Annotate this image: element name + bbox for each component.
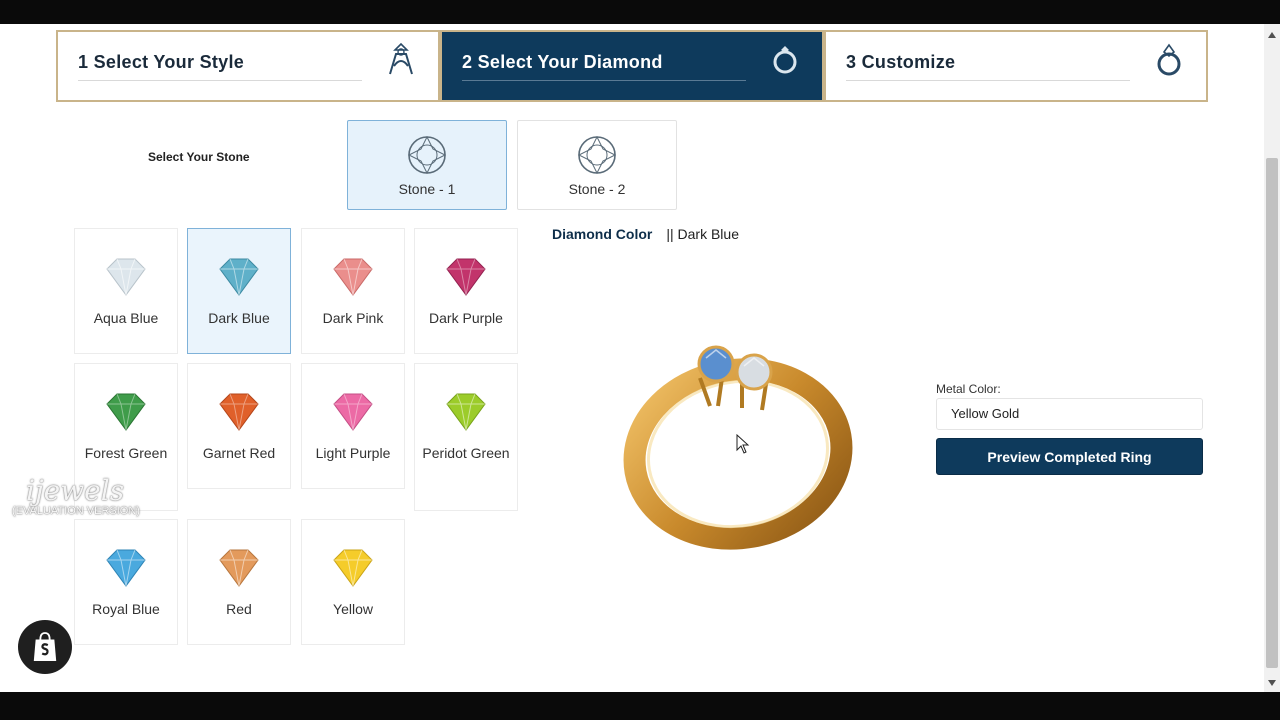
gem-option-red[interactable]: Red bbox=[187, 519, 291, 645]
step-underline bbox=[78, 80, 362, 81]
gem-name: Dark Purple bbox=[429, 310, 503, 326]
gem-name: Light Purple bbox=[315, 445, 391, 461]
gem-option-light-purple[interactable]: Light Purple bbox=[301, 363, 405, 489]
top-black-bar bbox=[0, 0, 1280, 24]
gem-name: Red bbox=[226, 601, 252, 617]
ring-icon bbox=[1157, 43, 1181, 76]
gem-image bbox=[106, 549, 146, 587]
stone-1-button[interactable]: Stone - 1 bbox=[347, 120, 507, 210]
gem-image bbox=[219, 549, 259, 587]
gem-option-dark-blue[interactable]: Dark Blue bbox=[187, 228, 291, 354]
gem-name: Peridot Green bbox=[422, 445, 510, 461]
diamond-top-icon bbox=[577, 135, 617, 175]
watermark-brand: ijewels bbox=[26, 474, 125, 507]
gem-name: Royal Blue bbox=[92, 601, 160, 617]
step-underline bbox=[462, 80, 746, 81]
vertical-scrollbar[interactable] bbox=[1264, 24, 1280, 692]
gem-image bbox=[106, 393, 146, 431]
gem-image bbox=[446, 258, 486, 296]
gem-option-aqua-blue[interactable]: Aqua Blue bbox=[74, 228, 178, 354]
diamond-color-readout: Diamond Color || Dark Blue bbox=[552, 226, 739, 242]
gem-option-dark-pink[interactable]: Dark Pink bbox=[301, 228, 405, 354]
gem-name: Yellow bbox=[333, 601, 373, 617]
gem-option-garnet-red[interactable]: Garnet Red bbox=[187, 363, 291, 489]
gem-name: Aqua Blue bbox=[93, 310, 159, 326]
scroll-down-arrow-icon[interactable] bbox=[1268, 680, 1276, 686]
gem-image bbox=[219, 393, 259, 431]
metal-color-label: Metal Color: bbox=[936, 382, 1001, 396]
evaluation-watermark: ijewels (EVALUATION VERSION) bbox=[12, 474, 140, 517]
gem-image bbox=[106, 258, 146, 296]
gem-image bbox=[446, 393, 486, 431]
gem-option-yellow[interactable]: Yellow bbox=[301, 519, 405, 645]
step-select-style[interactable]: 1 Select Your Style bbox=[58, 32, 438, 100]
diamond-color-value: || Dark Blue bbox=[666, 226, 739, 242]
shopify-bag-icon bbox=[33, 632, 57, 661]
diamond-color-label: Diamond Color bbox=[552, 226, 653, 242]
gem-image bbox=[333, 549, 373, 587]
diamond-ring-icon bbox=[773, 46, 797, 74]
gem-option-dark-purple[interactable]: Dark Purple bbox=[414, 228, 518, 354]
metal-color-select[interactable]: Yellow Gold bbox=[936, 398, 1203, 430]
gem-image bbox=[219, 258, 259, 296]
scrollbar-thumb[interactable] bbox=[1266, 158, 1278, 668]
stone-label: Stone - 1 bbox=[398, 181, 456, 197]
stone-label: Stone - 2 bbox=[568, 181, 626, 197]
bottom-black-bar bbox=[0, 692, 1280, 720]
mouse-cursor-icon bbox=[736, 434, 750, 454]
stone-2-button[interactable]: Stone - 2 bbox=[517, 120, 677, 210]
step-label: 1 Select Your Style bbox=[78, 52, 245, 72]
gem-option-royal-blue[interactable]: Royal Blue bbox=[74, 519, 178, 645]
gem-image bbox=[333, 393, 373, 431]
gem-option-peridot-green[interactable]: Peridot Green bbox=[414, 363, 518, 511]
step-navigation: 1 Select Your Style 2 Select Your Diamon… bbox=[56, 30, 1208, 102]
scroll-up-arrow-icon[interactable] bbox=[1268, 32, 1276, 38]
gem-name: Dark Blue bbox=[208, 310, 270, 326]
step-label: 2 Select Your Diamond bbox=[462, 52, 663, 72]
step-underline bbox=[846, 80, 1130, 81]
gem-image bbox=[333, 258, 373, 296]
gem-name: Forest Green bbox=[84, 445, 168, 461]
step-select-diamond[interactable]: 2 Select Your Diamond bbox=[438, 32, 822, 100]
watermark-note: (EVALUATION VERSION) bbox=[12, 505, 140, 517]
gem-name: Garnet Red bbox=[202, 445, 276, 461]
step-customize[interactable]: 3 Customize bbox=[822, 32, 1206, 100]
page-viewport: 1 Select Your Style 2 Select Your Diamon… bbox=[0, 24, 1264, 692]
gem-name: Dark Pink bbox=[322, 310, 384, 326]
preview-completed-ring-button[interactable]: Preview Completed Ring bbox=[936, 438, 1203, 475]
shopify-badge[interactable] bbox=[18, 620, 72, 674]
ring-style-icon bbox=[389, 42, 413, 75]
diamond-top-icon bbox=[407, 135, 447, 175]
step-label: 3 Customize bbox=[846, 52, 956, 72]
select-stone-label: Select Your Stone bbox=[148, 150, 250, 164]
